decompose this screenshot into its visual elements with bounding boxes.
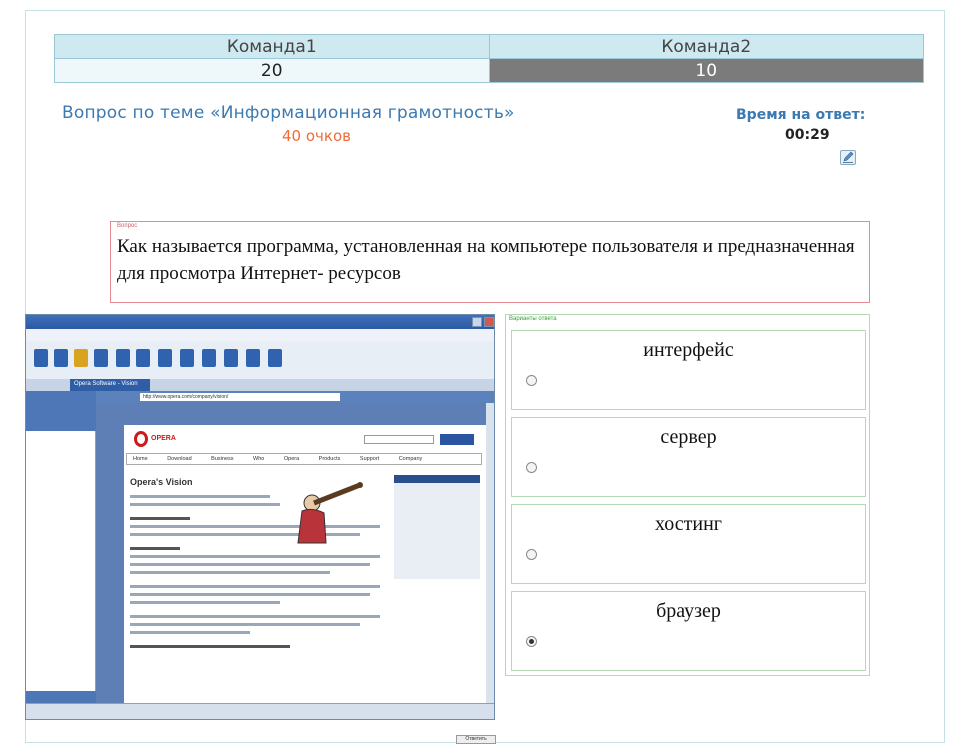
answer-option[interactable]: интерфейс xyxy=(511,330,866,410)
site-search-button xyxy=(440,434,474,445)
sidebar-panel xyxy=(26,391,96,431)
text-line xyxy=(130,623,360,626)
answers-panel: Варианты ответа интерфейс сервер хостинг… xyxy=(505,314,870,676)
opera-logo-icon xyxy=(134,431,148,447)
window-menubar xyxy=(26,329,494,341)
scoreboard: Команда1 Команда2 20 10 xyxy=(54,34,924,83)
text-line xyxy=(130,547,180,550)
site-nav: Home Download Business Who Opera Product… xyxy=(126,453,482,465)
company-menu xyxy=(394,475,480,579)
question-topic: Вопрос по теме «Информационная грамотнос… xyxy=(62,103,515,123)
text-line xyxy=(130,631,250,634)
toolbar-icon xyxy=(116,349,130,367)
answer-option[interactable]: хостинг xyxy=(511,504,866,584)
taskbar xyxy=(26,703,494,719)
sidebar-panel xyxy=(26,691,96,703)
team2-name: Команда2 xyxy=(488,34,924,59)
answer-radio[interactable] xyxy=(526,549,537,560)
submit-button[interactable]: Ответить xyxy=(456,735,496,744)
text-line xyxy=(130,571,330,574)
address-field: http://www.opera.com/company/vision/ xyxy=(140,393,340,401)
opera-logo-text: OPERA xyxy=(151,435,176,442)
company-menu-header xyxy=(394,475,480,483)
answer-label: сервер xyxy=(660,426,717,448)
fullscreen-icon xyxy=(268,349,282,367)
browser-toolbar xyxy=(26,341,494,379)
star-icon xyxy=(74,349,88,367)
answer-label: браузер xyxy=(656,600,721,622)
time-value: 00:29 xyxy=(785,127,830,143)
answer-option[interactable]: браузер xyxy=(511,591,866,671)
browser-tab: Opera Software - Vision xyxy=(70,379,150,391)
answer-label: хостинг xyxy=(655,513,722,535)
toolbar-icon xyxy=(158,349,172,367)
minimize-icon xyxy=(472,317,482,327)
site-search-field xyxy=(364,435,434,444)
question-points: 40 очков xyxy=(282,127,351,145)
telescope-man-illustration xyxy=(297,482,363,544)
team1-score: 20 xyxy=(54,58,490,83)
question-text: Как называется программа, установленная … xyxy=(117,236,855,284)
toolbar-icon xyxy=(136,349,150,367)
toolbar-icon xyxy=(224,349,238,367)
search-icon xyxy=(202,349,216,367)
browser-sidebar xyxy=(26,391,96,703)
text-line xyxy=(130,503,280,506)
text-line xyxy=(130,517,190,520)
text-line xyxy=(130,495,270,498)
toolbar-icon xyxy=(34,349,48,367)
edit-icon[interactable] xyxy=(840,150,856,165)
answer-radio[interactable] xyxy=(526,375,537,386)
web-page: OPERA Home Download Business Who Opera P… xyxy=(124,425,486,703)
toolbar-icon xyxy=(246,349,260,367)
question-box: Вопрос Как называется программа, установ… xyxy=(110,221,870,303)
answer-label: интерфейс xyxy=(643,339,734,361)
team2-score: 10 xyxy=(488,58,924,83)
answer-option[interactable]: сервер xyxy=(511,417,866,497)
toolbar-icon xyxy=(94,349,108,367)
text-line xyxy=(130,645,290,648)
text-line xyxy=(130,555,380,558)
opera-logo: OPERA xyxy=(134,431,184,447)
text-line xyxy=(130,601,280,604)
browser-screenshot-image: Opera Software - Vision http://www.opera… xyxy=(25,314,495,720)
time-label: Время на ответ: xyxy=(736,107,866,123)
text-line xyxy=(130,563,370,566)
question-tag: Вопрос xyxy=(117,223,138,229)
answer-radio[interactable] xyxy=(526,462,537,473)
close-icon xyxy=(484,317,494,327)
home-icon xyxy=(54,349,68,367)
team1-name: Команда1 xyxy=(54,34,490,59)
text-line xyxy=(130,593,370,596)
page-heading: Opera's Vision xyxy=(130,477,193,487)
answer-radio-selected[interactable] xyxy=(526,636,537,647)
text-line xyxy=(130,585,380,588)
toolbar-icon xyxy=(180,349,194,367)
window-titlebar xyxy=(26,315,494,329)
answers-tag: Варианты ответа xyxy=(509,316,557,322)
text-line xyxy=(130,615,380,618)
